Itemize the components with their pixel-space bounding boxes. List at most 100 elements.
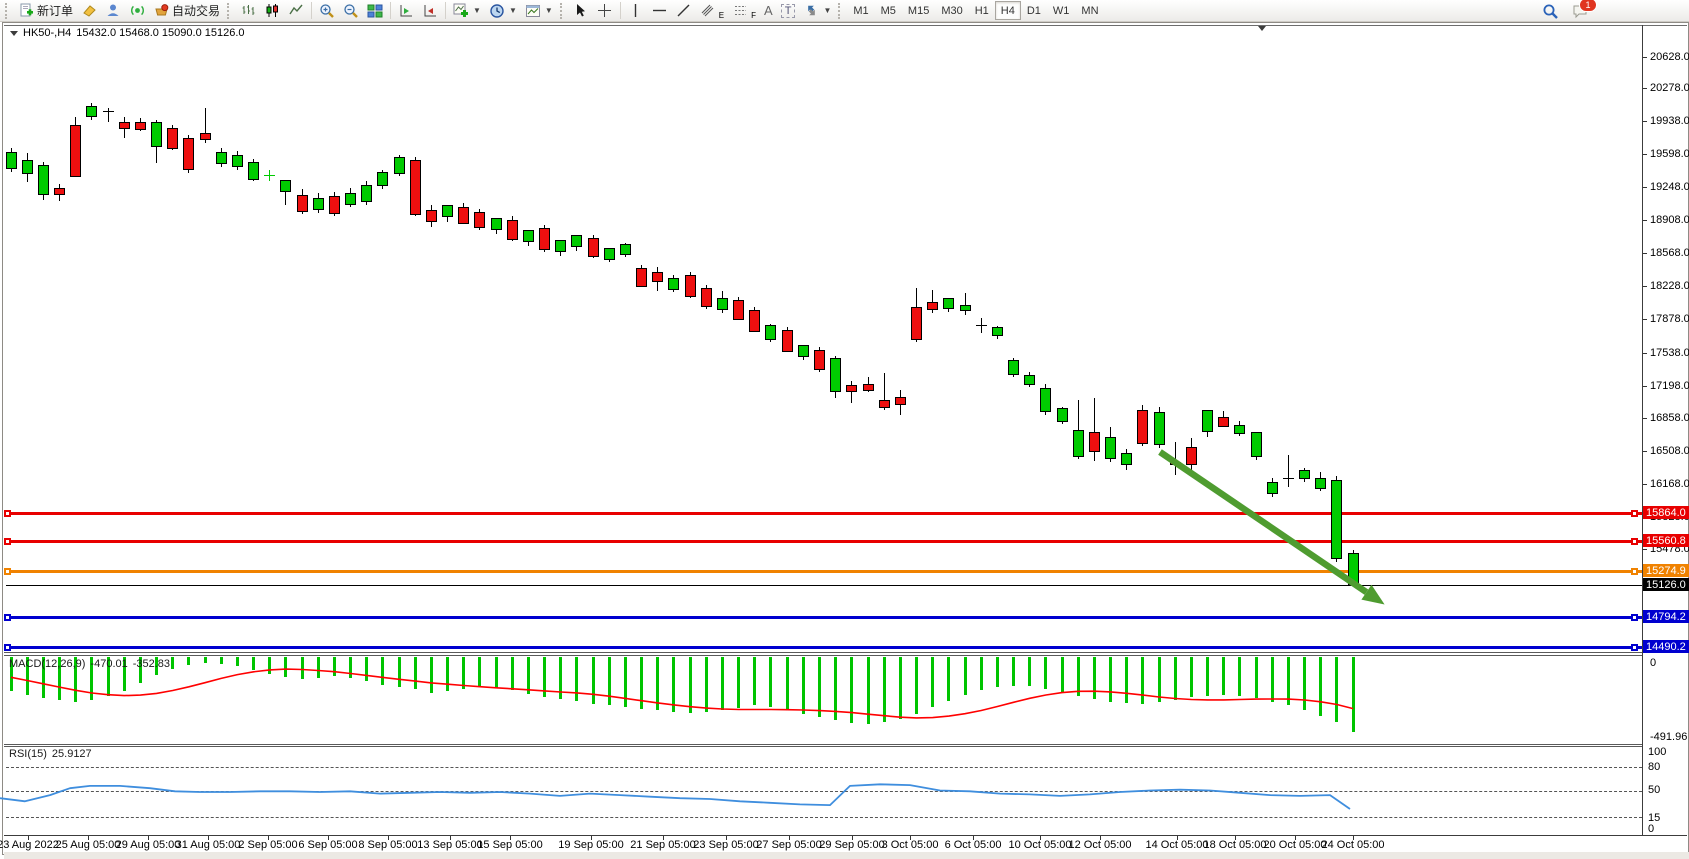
timeframe-m1-button[interactable]: M1 [847,1,874,20]
toolbar-grip[interactable] [227,3,233,19]
rsi-name: RSI(15) [9,748,47,760]
fibonacci-button[interactable]: F [728,0,760,21]
line-handle[interactable] [1631,644,1638,651]
candlestick-type-button[interactable] [260,0,284,21]
candle-body [523,230,534,242]
line-handle[interactable] [1631,538,1638,545]
candle-body [1299,470,1310,479]
chart-shift-marker[interactable] [1258,26,1266,31]
chevron-down-icon: ▼ [823,6,831,15]
toolbar: 新订单 自动交易 [0,0,1689,22]
timeframe-mn-button[interactable]: MN [1075,1,1104,20]
candle-body [38,165,49,195]
timeframe-h1-button[interactable]: H1 [969,1,995,20]
pane-separator[interactable] [4,655,1642,656]
autotrade-button[interactable]: 自动交易 [149,0,224,21]
candle-body [1154,412,1165,445]
toolbar-grip[interactable] [560,3,566,19]
chart-shift-button[interactable] [394,0,418,21]
vertical-line-button[interactable] [624,0,648,21]
periods-button[interactable]: ▼ [485,0,521,21]
auto-scroll-button[interactable] [418,0,442,21]
line-handle[interactable] [4,510,11,517]
toolbar-grip[interactable] [5,3,11,19]
candle-body [555,240,566,252]
candle-body [782,330,793,352]
rsi-scale-label: 50 [1648,784,1660,796]
zoom-in-button[interactable] [315,0,339,21]
time-axis-label: 6 Sep 05:00 [298,839,357,851]
template-icon [525,3,541,19]
pane-separator[interactable] [4,746,1642,747]
horizontal-line-object[interactable] [6,646,1642,649]
line-handle[interactable] [4,644,11,651]
text-button[interactable]: A [760,0,777,21]
price-tick [1643,319,1647,320]
candle-body [426,210,437,222]
price-tick [1643,451,1647,452]
price-tick [1643,187,1647,188]
zoom-out-button[interactable] [339,0,363,21]
macd-histogram-bar [1319,657,1322,716]
candle-body [879,400,890,408]
search-button[interactable] [1538,1,1562,22]
horizontal-line-object[interactable] [6,585,1642,586]
timeframe-h4-button[interactable]: H4 [995,1,1021,20]
cursor-button[interactable] [569,0,593,21]
trendline-button[interactable] [672,0,696,21]
candle-body [1008,360,1019,375]
macd-histogram-bar [867,657,870,724]
line-chart-type-button[interactable] [284,0,308,21]
crosshair-icon [597,3,613,19]
candle-body [1267,482,1278,494]
horizontal-line-object[interactable] [6,512,1642,515]
price-line-label: 15274.9 [1643,564,1689,577]
price-tick [1643,484,1647,485]
line-handle[interactable] [4,614,11,621]
signal-icon [129,3,145,19]
price-tick-label: 16858.0 [1650,412,1689,424]
notifications-button[interactable]: 1 [1568,1,1592,22]
timeframe-m15-button[interactable]: M15 [902,1,935,20]
macd-histogram-bar [1352,657,1355,732]
macd-histogram-bar [527,657,530,694]
chevron-down-icon: ▼ [473,6,481,15]
candle-body [1218,417,1229,427]
candle-body [458,207,469,224]
tile-windows-button[interactable] [363,0,387,21]
channel-button[interactable]: E [696,0,728,21]
horizontal-line-object[interactable] [6,616,1642,619]
horizontal-line-object[interactable] [6,540,1642,543]
price-line-label: 15560.8 [1643,534,1689,547]
chart-title-symbol: HK50-,H4 [23,27,71,39]
candle-body [765,325,776,340]
bar-chart-type-button[interactable] [236,0,260,21]
candle-body [1315,478,1326,489]
pane-separator[interactable] [4,744,1642,745]
line-handle[interactable] [4,538,11,545]
line-handle[interactable] [1631,510,1638,517]
timeframe-d1-button[interactable]: D1 [1021,1,1047,20]
crosshair-button[interactable] [593,0,617,21]
pane-separator[interactable] [4,652,1642,653]
indicators-button[interactable]: ▼ [449,0,485,21]
horizontal-line-object[interactable] [6,570,1642,573]
symbol-dropdown-icon[interactable] [10,31,18,36]
timeframe-m30-button[interactable]: M30 [935,1,968,20]
price-alert-button[interactable] [77,0,101,21]
templates-button[interactable]: ▼ [521,0,557,21]
text-label-button[interactable]: T [777,0,800,21]
timeframe-m5-button[interactable]: M5 [875,1,902,20]
market-watch-button[interactable] [101,0,125,21]
new-order-button[interactable]: 新订单 [14,0,77,21]
candle-body [1170,462,1181,465]
horizontal-line-button[interactable] [648,0,672,21]
line-handle[interactable] [4,568,11,575]
line-handle[interactable] [1631,568,1638,575]
toolbar-grip[interactable] [838,3,844,19]
candle-body [410,160,421,215]
timeframe-w1-button[interactable]: W1 [1047,1,1076,20]
line-handle[interactable] [1631,614,1638,621]
arrows-button[interactable]: ▼ [799,0,835,21]
signals-button[interactable] [125,0,149,21]
